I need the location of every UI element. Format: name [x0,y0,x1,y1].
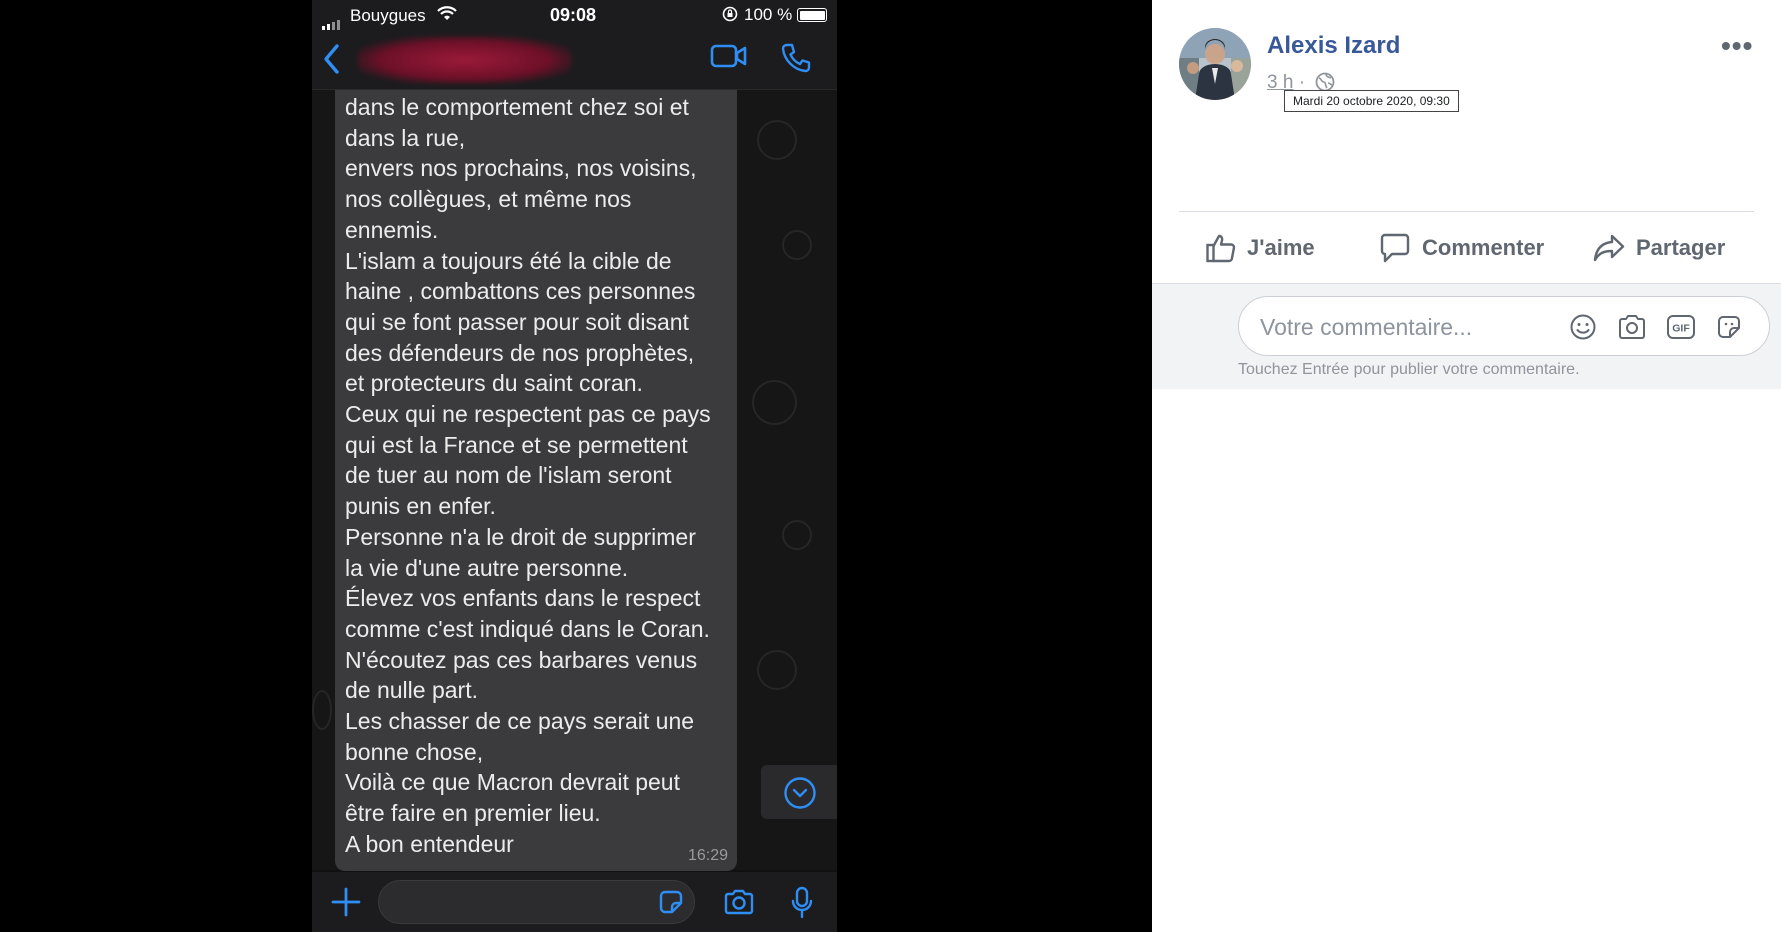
message-line: ennemis. [345,216,439,243]
message-line: L'islam a toujours été la cible de [345,247,672,274]
message-input-bar [312,872,837,932]
wallpaper-doodle [757,650,797,690]
thumbs-up-icon [1206,234,1236,263]
message-line: bonne chose, [345,738,484,765]
message-line: qui est la France et se permettent [345,431,688,458]
status-bar: Bouygues 09:08 100 % [312,0,837,30]
globe-icon [1315,72,1335,92]
message-line: nos collègues, et même nos [345,186,632,213]
message-line: envers nos prochains, nos voisins, [345,155,697,182]
divider [1179,211,1754,212]
message-line: être faire en premier lieu. [345,800,601,827]
chevron-down-icon [784,777,816,809]
back-chevron-icon[interactable] [322,42,342,76]
plus-icon[interactable] [330,886,362,918]
camera-icon[interactable] [1617,313,1647,341]
share-label: Partager [1636,235,1726,260]
message-line: de nulle part. [345,677,478,704]
message-line: haine , combattons ces personnes [345,278,696,305]
comment-button[interactable]: Commenter [1378,228,1544,268]
signal-icon [322,10,342,30]
message-line: dans le comportement chez soi et [345,94,689,120]
message-line: A bon entendeur [345,830,514,857]
message-line: Personne n'a le droit de supprimer [345,523,696,550]
message-bubble[interactable]: dans le comportement chez soi et dans la … [335,90,737,871]
rotation-lock-icon [722,6,738,22]
timestamp-tooltip: Mardi 20 octobre 2020, 09:30 [1284,90,1459,112]
sticker-icon[interactable] [657,888,685,916]
wallpaper-doodle [312,690,332,730]
clock: 09:08 [550,5,597,25]
author-avatar[interactable] [1179,28,1251,100]
screenshot-root: Bouygues 09:08 100 % dans le comportemen… [0,0,1781,932]
comment-input[interactable]: Votre commentaire... GIF [1238,296,1770,356]
share-button[interactable]: Partager [1592,228,1725,268]
message-input[interactable] [378,880,695,924]
comment-icon [1380,233,1410,263]
battery-percent: 100 % [744,5,793,24]
message-line: des défendeurs de nos prophètes, [345,339,695,366]
message-line: Élevez vos enfants dans le respect [345,585,701,612]
chat-header [312,30,837,90]
microphone-icon[interactable] [790,886,814,920]
redacted-contact-name [357,36,572,84]
wallpaper-doodle [782,520,812,550]
profile-photo-icon [1179,28,1251,100]
phone-call-icon[interactable] [780,42,812,74]
facebook-post-panel: Alexis Izard 3 h · Mardi 20 octobre 2020… [1152,0,1781,932]
scroll-down-button[interactable] [761,765,837,819]
message-line: dans la rue, [345,124,466,151]
carrier-label: Bouygues [350,6,426,25]
phone-screenshot: Bouygues 09:08 100 % dans le comportemen… [312,0,837,932]
comment-placeholder: Votre commentaire... [1260,314,1473,340]
like-button[interactable]: J'aime [1205,228,1315,268]
comment-hint: Touchez Entrée pour publier votre commen… [1238,361,1580,378]
share-arrow-icon [1593,234,1625,262]
message-line: de tuer au nom de l'islam seront [345,462,672,489]
more-options-button[interactable]: ••• [1721,30,1753,62]
sticker-icon[interactable] [1715,313,1743,341]
attached-image[interactable]: Bouygues 09:08 100 % dans le comportemen… [0,0,1152,932]
author-name[interactable]: Alexis Izard [1267,32,1400,60]
gif-icon[interactable]: GIF [1666,313,1696,341]
message-line: comme c'est indiqué dans le Coran. [345,615,710,642]
comment-label: Commenter [1422,235,1545,260]
message-line: et protecteurs du saint coran. [345,370,643,397]
message-line: la vie d'une autre personne. [345,554,629,581]
message-line: qui se font passer pour soit disant [345,308,689,335]
like-label: J'aime [1247,235,1315,260]
wifi-icon [437,6,457,20]
message-line: Ceux qui ne respectent pas ce pays [345,401,711,428]
emoji-icon[interactable] [1569,313,1597,341]
comment-area: Votre commentaire... GIF Touchez Entrée … [1152,283,1781,389]
wallpaper-doodle [782,230,812,260]
camera-icon[interactable] [723,888,755,916]
wallpaper-doodle [752,380,797,425]
battery-icon [797,8,827,22]
message-text: dans le comportement chez soi et dans la … [345,92,737,860]
message-line: Les chasser de ce pays serait une [345,708,695,735]
wallpaper-doodle [757,120,797,160]
gif-label: GIF [1672,323,1690,335]
video-call-icon[interactable] [710,42,748,70]
message-line: N'écoutez pas ces barbares venus [345,646,698,673]
message-line: punis en enfer. [345,493,496,520]
message-line: Voilà ce que Macron devrait peut [345,769,680,796]
message-timestamp: 16:29 [687,847,728,864]
